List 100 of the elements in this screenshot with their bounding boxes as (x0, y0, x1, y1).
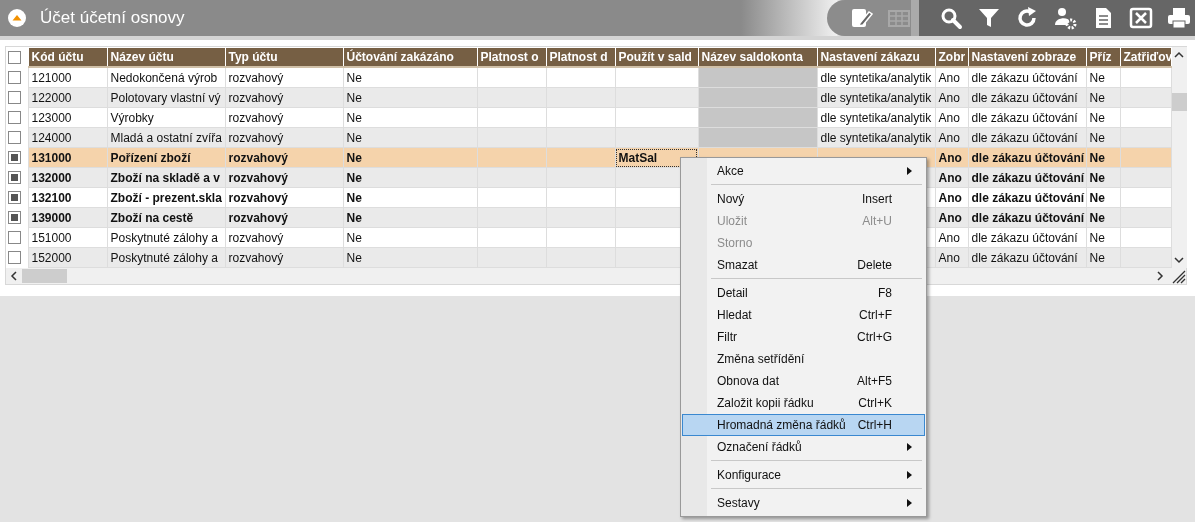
submenu-arrow-icon (907, 167, 912, 175)
scroll-right-icon[interactable] (1156, 271, 1164, 281)
submenu-arrow-icon (907, 471, 912, 479)
user-gear-icon[interactable] (1053, 6, 1077, 30)
table-cell: Ne (346, 110, 362, 125)
table-cell: 122000 (31, 90, 72, 105)
menu-item[interactable]: Označení řádků (682, 436, 925, 458)
table-cell: dle zákazu účtování (971, 90, 1078, 105)
table-cell: rozvahový (228, 130, 284, 145)
column-header[interactable]: Platnost d (546, 47, 615, 67)
table-cell: 131000 (31, 150, 72, 165)
table-cell: rozvahový (228, 210, 288, 225)
table-cell: Ano (938, 250, 960, 265)
table-cell: rozvahový (228, 110, 284, 125)
table-cell: Ne (1089, 110, 1105, 125)
menu-item[interactable]: Filtr Ctrl+G (682, 326, 925, 348)
row-checkbox[interactable] (8, 211, 21, 224)
column-header[interactable]: Zatřiďov (1120, 47, 1171, 67)
row-checkbox[interactable] (8, 251, 21, 264)
scroll-thumb[interactable] (22, 269, 67, 283)
filter-icon[interactable] (977, 6, 1001, 30)
table-cell: dle syntetika/analytik (820, 70, 932, 85)
column-header[interactable]: Nastavení zákazu (817, 47, 935, 67)
menu-item[interactable]: Detail F8 (682, 282, 925, 304)
menu-item[interactable]: Akce (682, 160, 925, 182)
table-cell: rozvahový (228, 150, 288, 165)
scroll-down-icon[interactable] (1174, 256, 1184, 264)
table-cell: Ne (346, 70, 362, 85)
column-header[interactable]: Platnost o (477, 47, 546, 67)
table-cell: Ne (346, 170, 362, 185)
resize-grip-icon[interactable] (1170, 268, 1186, 284)
table-cell: MatSal (618, 150, 658, 165)
menu-item[interactable]: Konfigurace (682, 464, 925, 486)
row-checkbox[interactable] (8, 91, 21, 104)
row-checkbox[interactable] (8, 70, 21, 84)
column-header[interactable]: Nastavení zobraze (968, 47, 1086, 67)
table-cell: rozvahový (228, 250, 284, 265)
table-cell: Ne (346, 150, 362, 165)
menu-item[interactable]: Obnova dat Alt+F5 (682, 370, 925, 392)
scroll-up-icon[interactable] (1174, 51, 1184, 59)
column-header[interactable]: Příz (1086, 47, 1120, 67)
table-cell: Ne (1089, 230, 1105, 245)
table-cell: dle zákazu účtování (971, 170, 1085, 185)
refresh-icon[interactable] (1015, 6, 1039, 30)
table-cell: Poskytnuté zálohy a (110, 230, 218, 245)
submenu-arrow-icon (907, 499, 912, 507)
row-checkbox[interactable] (8, 191, 21, 204)
menu-item[interactable]: Smazat Delete (682, 254, 925, 276)
row-checkbox[interactable] (8, 131, 21, 144)
row-checkbox[interactable] (8, 231, 21, 244)
menu-item[interactable]: Založit kopii řádku Ctrl+K (682, 392, 925, 414)
table-cell: rozvahový (228, 70, 284, 85)
table-cell: Ne (346, 130, 362, 145)
table-cell: Ne (346, 230, 362, 245)
column-header[interactable]: Použít v sald (615, 47, 698, 67)
excel-icon[interactable] (1129, 6, 1153, 30)
table-cell: dle zákazu účtování (971, 210, 1085, 225)
table-cell: Ne (1089, 170, 1105, 185)
column-header[interactable]: Název saldokonta (698, 47, 817, 67)
table-cell: 121000 (31, 70, 72, 85)
table-cell: dle zákazu účtování (971, 70, 1078, 85)
column-header[interactable]: Název účtu (107, 47, 225, 67)
collapse-icon[interactable] (8, 9, 26, 27)
table-cell: dle zákazu účtování (971, 250, 1078, 265)
search-icon[interactable] (939, 6, 963, 30)
select-all-checkbox[interactable] (8, 50, 21, 64)
print-icon[interactable] (1167, 6, 1191, 30)
table-cell: Výrobky (110, 110, 154, 125)
table-cell: dle zákazu účtování (971, 150, 1085, 165)
table-cell: dle syntetika/analytik (820, 90, 932, 105)
table-cell: Ne (1089, 70, 1105, 85)
table-cell: Ne (346, 190, 362, 205)
scroll-left-icon[interactable] (10, 271, 18, 281)
column-header[interactable]: Kód účtu (28, 47, 107, 67)
table-cell: Ano (938, 90, 960, 105)
table-cell: 132000 (31, 170, 72, 185)
table-cell: Zboží - prezent.skla (110, 190, 222, 205)
menu-item[interactable]: Hromadná změna řádků Ctrl+H (682, 414, 925, 436)
menu-item[interactable]: Nový Insert (682, 188, 925, 210)
column-header[interactable]: Účtování zakázáno (343, 47, 477, 67)
table-cell: Zboží na cestě (110, 210, 194, 225)
table-cell: Ne (346, 90, 362, 105)
row-checkbox[interactable] (8, 111, 21, 124)
column-header[interactable]: Zobr (935, 47, 968, 67)
table-cell: Zboží na skladě a v (110, 170, 220, 185)
table-cell: 123000 (31, 110, 72, 125)
table-cell: dle zákazu účtování (971, 110, 1078, 125)
column-header[interactable]: Typ účtu (225, 47, 343, 67)
table-cell: Polotovary vlastní vý (110, 90, 221, 105)
row-checkbox[interactable] (8, 151, 21, 164)
edit-icon[interactable] (849, 6, 873, 30)
table-cell: Pořízení zboží (110, 150, 191, 165)
menu-item[interactable]: Změna setřídění (682, 348, 925, 370)
menu-item[interactable]: Hledat Ctrl+F (682, 304, 925, 326)
menu-item[interactable]: Sestavy (682, 492, 925, 514)
table-cell: Ano (938, 190, 962, 205)
table-cell: dle syntetika/analytik (820, 130, 932, 145)
window-title: Účet účetní osnovy (40, 8, 185, 28)
row-checkbox[interactable] (8, 171, 21, 184)
table-cell: Nedokončená výrob (110, 70, 218, 85)
